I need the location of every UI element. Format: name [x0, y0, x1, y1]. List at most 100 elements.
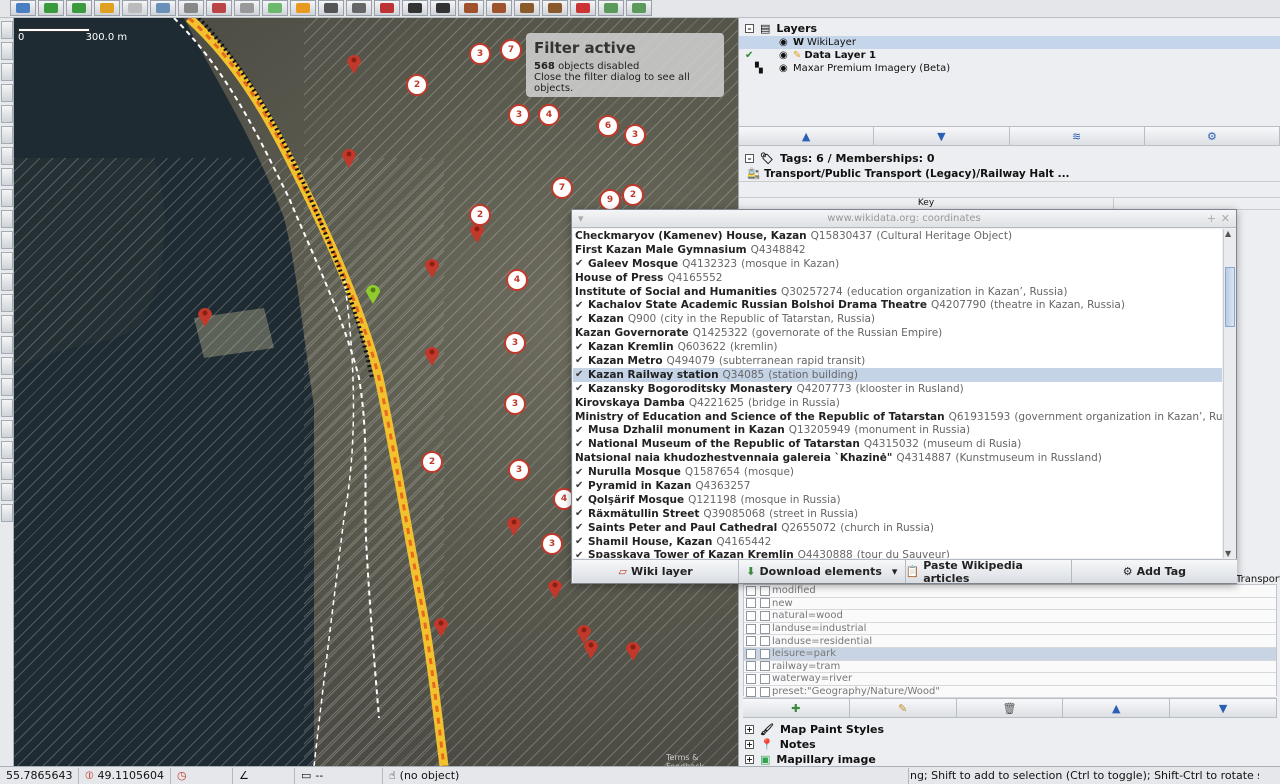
recycle-icon[interactable]	[598, 0, 624, 16]
collapse-toggle-icon[interactable]: –	[745, 23, 754, 33]
wikidata-list-item[interactable]: ✔ Kazan Q900 (city in the Republic of Tatar…	[573, 312, 1222, 326]
move-up-button[interactable]: ▲	[739, 127, 875, 145]
hide-checkbox[interactable]	[760, 648, 770, 659]
green-tool-icon[interactable]	[1, 483, 13, 501]
traffic-light-icon[interactable]	[318, 0, 344, 16]
wikidata-list-item[interactable]: ✔ Kazansky Bogoroditsky Monastery Q4207773…	[573, 382, 1222, 396]
delete-filter-button[interactable]: 🗑	[956, 699, 1064, 717]
move-filter-up-button[interactable]: ▲	[1063, 699, 1171, 717]
open-file-icon[interactable]	[10, 0, 36, 16]
notes-header[interactable]: + 📍 Notes	[739, 736, 816, 752]
validation-tool-icon[interactable]	[1, 315, 13, 333]
latitude-field[interactable]: 55.7865643	[0, 767, 80, 784]
wiki-marker-icon[interactable]	[583, 637, 599, 659]
split-tool-icon[interactable]	[1, 168, 13, 186]
industry-icon[interactable]	[542, 0, 568, 16]
filter-tool-icon[interactable]	[1, 231, 13, 249]
drag-handle-icon[interactable]: ▚	[755, 63, 779, 74]
move-filter-down-button[interactable]: ▼	[1170, 699, 1277, 717]
zoom-tool-icon[interactable]	[1, 84, 13, 102]
cluster-badge[interactable]: 3	[504, 393, 526, 415]
wiki-marker-icon[interactable]	[506, 514, 522, 536]
upload-icon[interactable]	[66, 0, 92, 16]
hide-checkbox[interactable]	[760, 686, 770, 697]
cluster-badge[interactable]: 3	[469, 43, 491, 65]
filter-row[interactable]: railway=tram	[744, 660, 1276, 674]
wikidata-list-item[interactable]: ✔ Pyramid in Kazan Q4363257	[573, 479, 1222, 493]
wikidata-list-item[interactable]: ✔ Kazan Railway station Q34085 (station bui…	[573, 367, 1222, 382]
hide-checkbox[interactable]	[760, 585, 770, 596]
shop-icon[interactable]	[458, 0, 484, 16]
conflict-tool-icon[interactable]	[1, 357, 13, 375]
scroll-thumb[interactable]	[1225, 267, 1235, 327]
cluster-badge[interactable]: 3	[504, 332, 526, 354]
move-down-button[interactable]: ▼	[874, 127, 1010, 145]
filter-row[interactable]: preset:"Geography/Nature/Wood"	[744, 685, 1276, 699]
enable-checkbox[interactable]	[746, 598, 756, 609]
cluster-badge[interactable]: 2	[406, 74, 428, 96]
wikidata-list-item[interactable]: ✔ Shamil House, Kazan Q4165442	[573, 535, 1222, 549]
visibility-eye-icon[interactable]: ◉	[779, 50, 793, 61]
wiki-layer-button[interactable]: ▱ Wiki layer	[573, 560, 740, 583]
traffic-sign-icon[interactable]	[290, 0, 316, 16]
imagery-credit[interactable]: Terms & Feedback	[666, 753, 738, 766]
building-icon[interactable]	[514, 0, 540, 16]
visibility-eye-icon[interactable]: ◉	[779, 37, 793, 48]
layers-tool-icon[interactable]	[1, 210, 13, 228]
filter-row[interactable]: new	[744, 597, 1276, 611]
cluster-badge[interactable]: 4	[538, 104, 560, 126]
wiki-marker-icon[interactable]	[433, 615, 449, 637]
wikidata-list-item[interactable]: ✔ Räxmätullin Street Q39085068 (street in R…	[573, 507, 1222, 521]
extrude-tool-icon[interactable]	[1, 189, 13, 207]
layer-row-imagery[interactable]: ▚ ◉ Maxar Premium Imagery (Beta)	[739, 62, 1280, 75]
save-icon[interactable]	[626, 0, 652, 16]
filter-row[interactable]: waterway=river	[744, 673, 1276, 686]
wikidata-list-item[interactable]: Kirovskaya Damba Q4221625 (bridge in Russi…	[573, 396, 1222, 410]
validate-icon[interactable]	[206, 0, 232, 16]
add-filter-button[interactable]: ✚	[743, 699, 850, 717]
cluster-badge[interactable]: 2	[421, 451, 443, 473]
cluster-badge[interactable]: 9	[599, 189, 621, 211]
wiki-marker-icon[interactable]	[625, 639, 641, 661]
wiki-marker-icon[interactable]	[346, 52, 362, 74]
scroll-up-icon[interactable]: ▲	[1225, 229, 1231, 238]
dialog-titlebar[interactable]: ▾ www.wikidata.org: coordinates + ✕	[572, 210, 1236, 228]
hide-checkbox[interactable]	[760, 598, 770, 609]
select-tool-icon[interactable]	[1, 21, 13, 39]
scroll-down-icon[interactable]: ▼	[1225, 549, 1231, 558]
visibility-eye-icon[interactable]: ◉	[779, 63, 793, 74]
wikidata-list-item[interactable]: Institute of Social and Humanities Q30257…	[573, 285, 1222, 299]
cluster-badge[interactable]: 6	[597, 115, 619, 137]
wikidata-list-item[interactable]: ✔ Kachalov State Academic Russian Bolshoi…	[573, 298, 1222, 312]
download-icon[interactable]	[38, 0, 64, 16]
filter-row[interactable]: landuse=residential	[744, 635, 1276, 648]
enable-checkbox[interactable]	[746, 610, 756, 621]
relations-tool-icon[interactable]	[1, 273, 13, 291]
wikidata-list-item[interactable]: ✔ Kazan Metro Q494079 (subterranean rapid t…	[573, 354, 1222, 368]
layer-row-wikilayer[interactable]: ◉ W WikiLayer	[739, 36, 1280, 49]
collapse-toggle-icon[interactable]: –	[745, 153, 754, 163]
wiki-marker-icon[interactable]	[341, 146, 357, 168]
improve-way-icon[interactable]	[1, 126, 13, 144]
hide-checkbox[interactable]	[760, 673, 770, 684]
cluster-badge[interactable]: 4	[506, 269, 528, 291]
merge-layers-button[interactable]: ≋	[1009, 127, 1145, 145]
paint-tool-icon[interactable]	[1, 441, 13, 459]
dropdown-arrow-icon[interactable]: ▾	[892, 565, 898, 578]
cluster-badge[interactable]: 2	[622, 184, 644, 206]
car-icon-2[interactable]	[430, 0, 456, 16]
paste-wikipedia-button[interactable]: 📋 Paste Wikipedia articles	[905, 559, 1072, 585]
tags-tool-icon[interactable]	[1, 252, 13, 270]
wikidata-list-item[interactable]: ✔ Musa Dzhalil monument in Kazan Q13205949…	[573, 423, 1222, 437]
expand-toggle-icon[interactable]: +	[745, 739, 754, 749]
dialog-menu-icon[interactable]: ▾	[578, 212, 584, 225]
enable-checkbox[interactable]	[746, 648, 756, 659]
filter-row[interactable]: natural=wood	[744, 610, 1276, 623]
edit-filter-button[interactable]: ✎	[849, 699, 957, 717]
wiki-marker-icon[interactable]	[424, 344, 440, 366]
tools-icon[interactable]	[234, 0, 260, 16]
hide-checkbox[interactable]	[760, 610, 770, 621]
filter-row[interactable]: leisure=park	[744, 647, 1276, 661]
history-tool-icon[interactable]	[1, 294, 13, 312]
gps-tool-icon[interactable]	[1, 462, 13, 480]
